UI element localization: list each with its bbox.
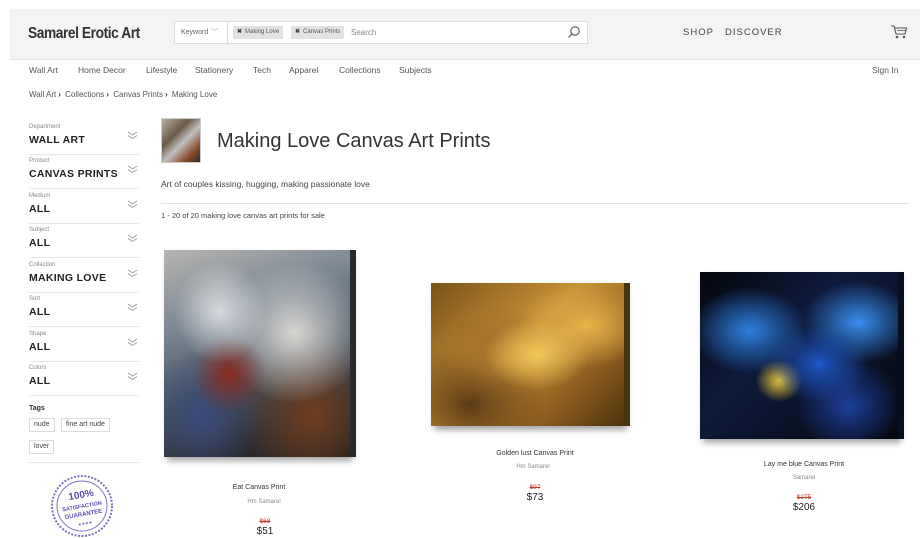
breadcrumb: Wall Art › Collections › Canvas Prints › Ma… — [29, 90, 217, 99]
filter-value: ALL — [29, 341, 51, 353]
product-image-eat[interactable] — [164, 250, 356, 457]
product-artist[interactable]: Hm Samarel — [247, 499, 280, 505]
category-collections[interactable]: Collections — [339, 65, 381, 75]
product-title[interactable]: Lay me blue Canvas Print — [764, 461, 844, 468]
double-chevron-down-icon — [127, 131, 138, 140]
product-title[interactable]: Golden lust Canvas Print — [496, 450, 573, 457]
filter-label: Colors — [29, 365, 47, 371]
filter-subject[interactable]: Subject ALL — [29, 224, 139, 258]
breadcrumb-canvas-prints[interactable]: Canvas Prints — [113, 90, 163, 99]
chevron-down-icon: ﹀ — [211, 29, 219, 36]
category-tech[interactable]: Tech — [253, 65, 271, 75]
product-image-golden-lust[interactable] — [431, 283, 630, 426]
filter-shape[interactable]: Shape ALL — [29, 328, 139, 362]
site-logo[interactable]: Samarel Erotic Art — [28, 25, 140, 43]
divider — [161, 203, 909, 204]
breadcrumb-collections[interactable]: Collections — [65, 90, 104, 99]
product-artist[interactable]: Hm Samarel — [516, 464, 549, 470]
filter-collection[interactable]: Collection MAKING LOVE — [29, 259, 139, 293]
category-subjects[interactable]: Subjects — [399, 65, 432, 75]
category-apparel[interactable]: Apparel — [289, 65, 318, 75]
breadcrumb-wall-art[interactable]: Wall Art — [29, 90, 56, 99]
cart-icon[interactable] — [890, 24, 908, 40]
filter-value: ALL — [29, 203, 51, 215]
product-price: $206 — [792, 502, 816, 513]
filter-value: CANVAS PRINTS — [29, 168, 118, 180]
filter-medium[interactable]: Medium ALL — [29, 190, 139, 224]
product-price: $51 — [256, 526, 274, 537]
product-old-price: $68 — [259, 518, 271, 525]
remove-chip-icon[interactable]: ✖ — [237, 29, 242, 35]
nav-shop[interactable]: SHOP — [683, 27, 714, 38]
filter-colors[interactable]: Colors ALL — [29, 362, 139, 396]
filter-value: MAKING LOVE — [29, 272, 107, 284]
tag-lover[interactable]: lover — [29, 440, 55, 454]
tags-heading: Tags — [29, 405, 45, 412]
collection-description: Art of couples kissing, hugging, making … — [161, 179, 370, 189]
filter-value: ALL — [29, 375, 51, 387]
filter-value: WALL ART — [29, 134, 86, 146]
breadcrumb-making-love: Making Love — [171, 90, 218, 99]
filter-value: ALL — [29, 306, 51, 318]
breadcrumb-separator: › — [106, 90, 109, 99]
product-price: $73 — [526, 492, 544, 503]
satisfaction-guarantee-badge: 100% SATISFACTION GUARANTEE ★★★★ — [51, 475, 113, 537]
product-artist[interactable]: Samarel — [793, 475, 815, 481]
category-wall-art[interactable]: Wall Art — [29, 65, 58, 75]
site-header: Samarel Erotic Art Keyword ﹀ ✖ Making Love… — [10, 9, 920, 60]
page-title: Making Love Canvas Art Prints — [217, 130, 491, 152]
divider — [29, 462, 139, 463]
double-chevron-down-icon — [127, 165, 138, 174]
filter-value: ALL — [29, 237, 51, 249]
chip-label: Canvas Prints — [303, 29, 341, 35]
tag-fine-art-nude[interactable]: fine art nude — [61, 418, 110, 432]
breadcrumb-separator: › — [58, 90, 61, 99]
double-chevron-down-icon — [127, 303, 138, 312]
product-old-price: $97 — [529, 484, 541, 491]
filter-label: Subject — [29, 227, 50, 233]
double-chevron-down-icon — [127, 200, 138, 209]
nav-discover[interactable]: DISCOVER — [725, 27, 783, 38]
breadcrumb-separator: › — [165, 90, 168, 99]
search-chip-making-love[interactable]: ✖ Making Love — [233, 26, 284, 39]
filter-label: Product — [29, 158, 50, 164]
search-bar[interactable]: Keyword ﹀ ✖ Making Love ✖ Canvas Prints Sea… — [174, 21, 588, 44]
double-chevron-down-icon — [127, 338, 138, 347]
sign-in-link[interactable]: Sign In — [872, 65, 898, 75]
filter-department[interactable]: Department WALL ART — [29, 121, 139, 155]
keyword-label: Keyword — [181, 29, 209, 36]
filter-label: Sort — [29, 296, 41, 302]
category-lifestyle[interactable]: Lifestyle — [146, 65, 177, 75]
collection-thumbnail — [161, 118, 201, 163]
filter-sort[interactable]: Sort ALL — [29, 293, 139, 327]
double-chevron-down-icon — [127, 269, 138, 278]
result-count: 1 - 20 of 20 making love canvas art prin… — [161, 211, 325, 220]
filter-label: Collection — [29, 262, 56, 268]
search-input[interactable]: Search — [351, 22, 376, 43]
search-chip-canvas-prints[interactable]: ✖ Canvas Prints — [291, 26, 345, 39]
filter-label: Shape — [29, 331, 47, 337]
chip-label: Making Love — [245, 29, 280, 35]
remove-chip-icon[interactable]: ✖ — [295, 29, 300, 35]
filter-label: Department — [29, 124, 61, 130]
product-title[interactable]: Eat Canvas Print — [233, 484, 286, 491]
search-icon[interactable] — [567, 25, 581, 39]
filter-label: Medium — [29, 193, 51, 199]
double-chevron-down-icon — [127, 372, 138, 381]
category-stationery[interactable]: Stationery — [195, 65, 233, 75]
product-image-lay-me-blue[interactable] — [700, 272, 904, 439]
double-chevron-down-icon — [127, 234, 138, 243]
product-old-price: $275 — [796, 494, 812, 501]
keyword-dropdown[interactable]: Keyword ﹀ — [175, 22, 228, 43]
filter-product[interactable]: Product CANVAS PRINTS — [29, 155, 139, 189]
category-home-decor[interactable]: Home Decor — [78, 65, 126, 75]
tag-nude[interactable]: nude — [29, 418, 55, 432]
